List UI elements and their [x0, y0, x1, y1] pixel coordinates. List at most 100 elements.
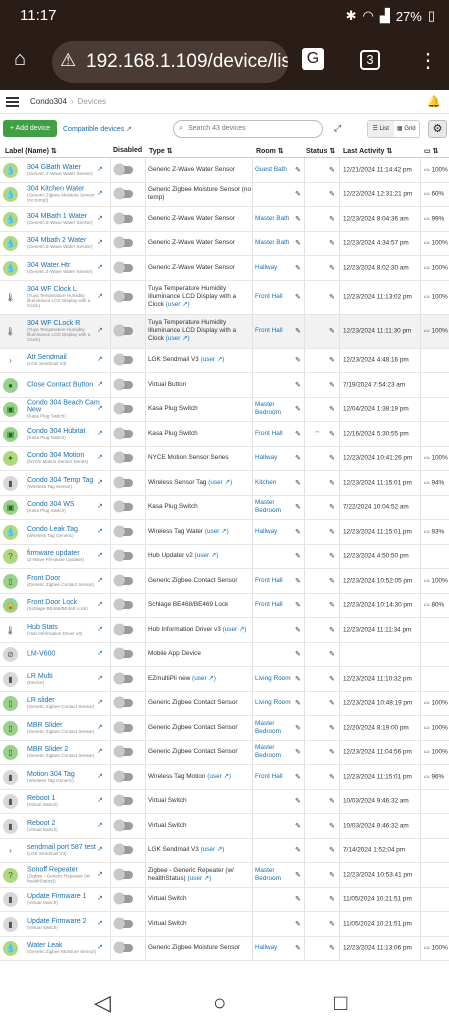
- table-row[interactable]: ▮ Update Firmware 2 (Virtual Switch) ↗ Virtu…: [0, 912, 449, 937]
- disabled-toggle[interactable]: [114, 648, 133, 660]
- external-link-icon[interactable]: ↗: [97, 821, 103, 829]
- bell-icon[interactable]: 🔔: [427, 95, 441, 108]
- disabled-toggle[interactable]: [114, 427, 133, 439]
- hamburger-icon[interactable]: [6, 97, 19, 107]
- disabled-toggle[interactable]: [114, 599, 133, 611]
- edit-status-pencil-icon[interactable]: ✎: [329, 871, 335, 879]
- edit-room-pencil-icon[interactable]: ✎: [295, 552, 301, 560]
- edit-status-pencil-icon[interactable]: ✎: [329, 699, 335, 707]
- user-driver-link[interactable]: (user ↗): [208, 479, 232, 486]
- edit-room-pencil-icon[interactable]: ✎: [295, 871, 301, 879]
- table-row[interactable]: 🌡 304 WF CLock R (Tuya Temperature Humidit…: [0, 314, 449, 349]
- table-row[interactable]: ▮ LR Multi (Device) ↗ EZmultiPli new (user ↗…: [0, 667, 449, 692]
- table-row[interactable]: ✦ Condo 304 Motion (NYCE Motion Sensor Ser…: [0, 446, 449, 471]
- disabled-toggle[interactable]: [114, 403, 133, 415]
- table-row[interactable]: › Att Sendmail (LGK Sendmail V3) ↗ LGK Sendm…: [0, 348, 449, 373]
- user-driver-link[interactable]: (user ↗): [205, 528, 229, 535]
- table-row[interactable]: 💧 Water Leak (Generic Zigbee Moisture Sens…: [0, 936, 449, 961]
- device-name-link[interactable]: Front Door: [27, 575, 102, 582]
- device-name-link[interactable]: sendmail port 587 test: [27, 844, 102, 851]
- edit-status-pencil-icon[interactable]: ✎: [329, 675, 335, 683]
- table-row[interactable]: 💧 304 Kitchen Water (Generic Zigbee Moistu…: [0, 182, 449, 207]
- room-link[interactable]: Living Room: [255, 675, 291, 683]
- edit-status-pencil-icon[interactable]: ✎: [329, 748, 335, 756]
- grid-view-button[interactable]: ▦ Grid: [394, 121, 420, 137]
- disabled-toggle[interactable]: [114, 697, 133, 709]
- view-toggle[interactable]: ☰ List ▦ Grid: [367, 120, 420, 138]
- disabled-toggle[interactable]: [114, 476, 133, 488]
- table-row[interactable]: ▯ Front Door (Generic Zigbee Contact Senso…: [0, 569, 449, 594]
- disabled-toggle[interactable]: [114, 291, 133, 302]
- device-name-link[interactable]: 304 WF Clock L: [27, 286, 102, 293]
- table-row[interactable]: ? Sonoff Repeater (Zigbee - Generic Repeat…: [0, 863, 449, 888]
- edit-room-pencil-icon[interactable]: ✎: [295, 822, 301, 830]
- edit-room-pencil-icon[interactable]: ✎: [295, 773, 301, 781]
- device-name-link[interactable]: firmware updater: [27, 550, 102, 557]
- disabled-toggle[interactable]: [114, 261, 133, 273]
- room-link[interactable]: Master Bath: [255, 239, 291, 247]
- edit-status-pencil-icon[interactable]: ✎: [329, 650, 335, 658]
- disabled-toggle[interactable]: [114, 623, 133, 635]
- edit-room-pencil-icon[interactable]: ✎: [295, 327, 301, 335]
- edit-room-pencil-icon[interactable]: ✎: [295, 381, 301, 389]
- room-link[interactable]: Master Bedroom: [255, 499, 291, 515]
- disabled-toggle[interactable]: [114, 354, 133, 366]
- external-link-icon[interactable]: ↗: [97, 747, 103, 755]
- table-row[interactable]: 💧 304 MBath 1 Water (Generic Z-Wave Water …: [0, 207, 449, 232]
- add-device-button[interactable]: + Add device: [3, 120, 57, 137]
- external-link-icon[interactable]: ↗: [97, 478, 103, 486]
- edit-status-pencil-icon[interactable]: ✎: [329, 552, 335, 560]
- menu-dots-icon[interactable]: ⋮: [418, 48, 438, 73]
- external-link-icon[interactable]: ↗: [97, 355, 103, 363]
- room-link[interactable]: Hallway: [255, 454, 291, 462]
- room-link[interactable]: Front Hall: [255, 601, 291, 609]
- device-name-link[interactable]: Water Leak: [27, 942, 102, 949]
- device-name-link[interactable]: Update Firmware 2: [27, 918, 102, 925]
- disabled-toggle[interactable]: [114, 237, 133, 249]
- edit-status-pencil-icon[interactable]: ✎: [329, 724, 335, 732]
- room-link[interactable]: Front Hall: [255, 430, 291, 438]
- edit-room-pencil-icon[interactable]: ✎: [295, 748, 301, 756]
- table-row[interactable]: › sendmail port 587 test (LGK Sendmail V3)…: [0, 838, 449, 863]
- device-name-link[interactable]: Hub Stats: [27, 624, 102, 631]
- external-link-icon[interactable]: ↗: [97, 292, 103, 300]
- edit-status-pencil-icon[interactable]: ✎: [329, 381, 335, 389]
- room-link[interactable]: Hallway: [255, 264, 291, 272]
- table-row[interactable]: ▮ Motion 304 Tag (Wireless Tag Generic) ↗ Wi…: [0, 765, 449, 790]
- disabled-toggle[interactable]: [114, 525, 133, 537]
- external-link-icon[interactable]: ↗: [97, 527, 103, 535]
- edit-room-pencil-icon[interactable]: ✎: [295, 724, 301, 732]
- edit-status-pencil-icon[interactable]: ✎: [329, 327, 335, 335]
- search-input[interactable]: ⌕ Search 43 devices: [173, 120, 323, 138]
- table-row[interactable]: ▮ Condo 304 Temp Tag (Wireless Tag Sensor)…: [0, 471, 449, 496]
- room-link[interactable]: Front Hall: [255, 773, 291, 781]
- external-link-icon[interactable]: ↗: [97, 796, 103, 804]
- external-link-icon[interactable]: ↗: [97, 943, 103, 951]
- table-row[interactable]: ⊘ LM-V600 ↗ Mobile App Device ✎ ✎: [0, 642, 449, 667]
- edit-status-pencil-icon[interactable]: ✎: [329, 264, 335, 272]
- edit-status-pencil-icon[interactable]: ✎: [329, 293, 335, 301]
- external-link-icon[interactable]: ↗: [97, 189, 103, 197]
- edit-room-pencil-icon[interactable]: ✎: [295, 675, 301, 683]
- home-nav-icon[interactable]: ○: [213, 990, 226, 1016]
- disabled-toggle[interactable]: [114, 672, 133, 684]
- device-name-link[interactable]: LR Multi: [27, 673, 102, 680]
- external-link-icon[interactable]: ↗: [97, 429, 103, 437]
- external-link-icon[interactable]: ↗: [97, 894, 103, 902]
- edit-status-pencil-icon[interactable]: ✎: [329, 822, 335, 830]
- external-link-icon[interactable]: ↗: [97, 380, 103, 388]
- table-row[interactable]: ▮ Update Firmware 1 (Virtual Switch) ↗ Virtu…: [0, 887, 449, 912]
- translate-icon[interactable]: G: [302, 48, 324, 70]
- table-row[interactable]: ▮ Reboot 1 (Virtual Switch) ↗ Virtual Switch…: [0, 789, 449, 814]
- disabled-toggle[interactable]: [114, 868, 133, 880]
- home-icon[interactable]: ⌂: [14, 48, 26, 71]
- room-link[interactable]: Hallway: [255, 528, 291, 536]
- external-link-icon[interactable]: ↗: [97, 698, 103, 706]
- room-link[interactable]: Master Bath: [255, 215, 291, 223]
- external-link-icon[interactable]: ↗: [97, 576, 103, 584]
- external-link-icon[interactable]: ↗: [97, 649, 103, 657]
- room-link[interactable]: Kitchen: [255, 479, 291, 487]
- disabled-toggle[interactable]: [114, 452, 133, 464]
- external-link-icon[interactable]: ↗: [97, 165, 103, 173]
- edit-room-pencil-icon[interactable]: ✎: [295, 430, 301, 438]
